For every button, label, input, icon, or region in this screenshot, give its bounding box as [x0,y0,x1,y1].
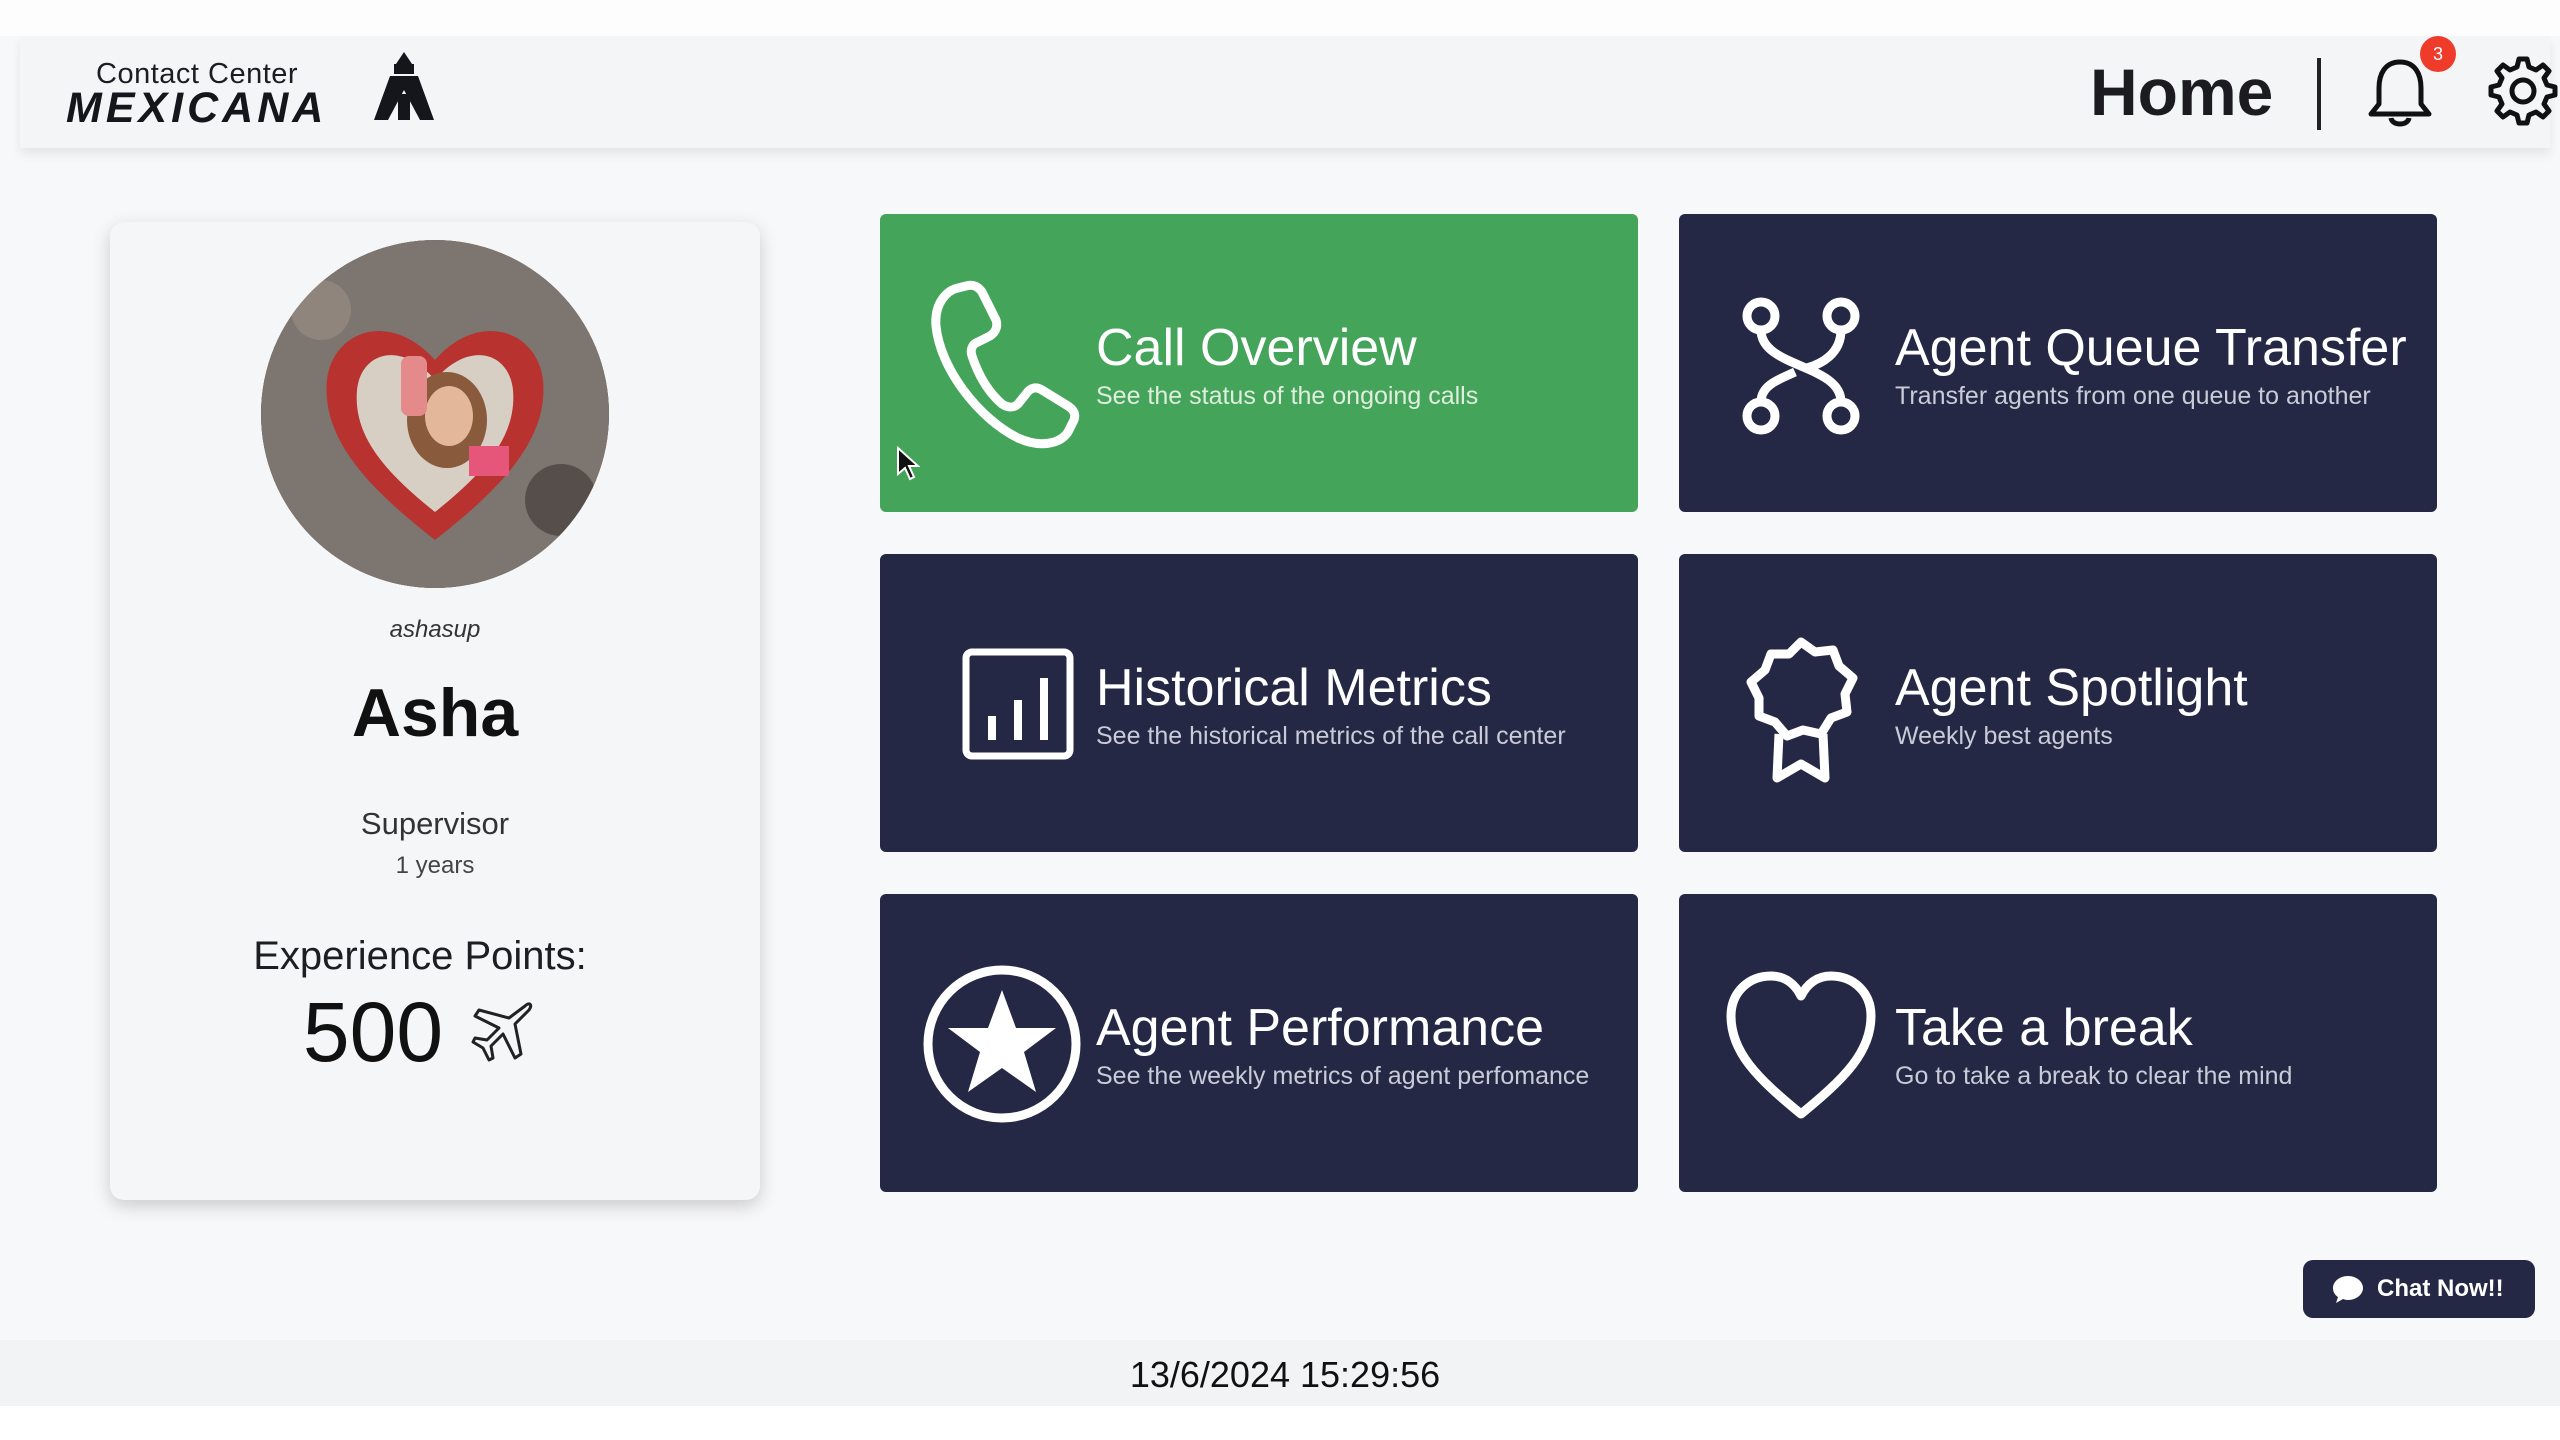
top-strip [0,0,2560,36]
home-page: Contact Center MEXICANA Home 3 ashasup A… [0,0,2560,1440]
display-name: Asha [351,675,519,751]
star-icon [923,965,1081,1123]
tenure-label: 1 years [395,852,475,879]
tile-subtitle: See the historical metrics of the call c… [1096,722,1566,750]
role-label: Supervisor [360,806,510,841]
logo-bottom-text: MEXICANA [66,84,328,132]
mouse-cursor-icon [897,446,920,481]
experience-points-label: Experience Points: [253,934,587,978]
airplane-icon [471,1002,533,1062]
profile-card: ashasup Asha Supervisor 1 years Experien… [110,222,760,1200]
tile-subtitle: See the status of the ongoing calls [1096,382,1479,410]
tile-subtitle: See the weekly metrics of agent perfoman… [1096,1062,1590,1090]
tile-agent-queue-transfer[interactable]: Agent Queue Transfer Transfer agents fro… [1679,214,2437,512]
tile-agent-spotlight[interactable]: Agent Spotlight Weekly best agents [1679,554,2437,852]
page-title: Home [2090,55,2274,129]
bottom-strip [0,1406,2560,1440]
tile-title: Historical Metrics [1096,659,1492,717]
tile-title: Take a break [1895,999,2193,1057]
datetime-display: 13/6/2024 15:29:56 [1129,1354,1441,1395]
avatar[interactable] [261,240,609,588]
tile-subtitle: Transfer agents from one queue to anothe… [1895,382,2371,410]
tile-agent-performance[interactable]: Agent Performance See the weekly metrics… [880,894,1638,1192]
aztec-logo-icon [374,52,434,120]
route-icon [1742,297,1860,435]
tile-title: Agent Spotlight [1895,659,2248,717]
tile-title: Agent Performance [1096,999,1545,1057]
bar-chart-icon [962,648,1074,760]
avatar-photo [261,240,609,588]
footer: 13/6/2024 15:29:56 [0,1340,2560,1406]
chat-now-button[interactable]: Chat Now!! [2303,1260,2535,1318]
header-divider [2317,58,2321,130]
award-icon [1746,637,1858,783]
chat-now-label: Chat Now!! [2377,1275,2504,1302]
brand-logo[interactable]: Contact Center MEXICANA [46,44,466,140]
phone-icon [931,280,1080,449]
tile-historical-metrics[interactable]: Historical Metrics See the historical me… [880,554,1638,852]
heart-icon [1726,971,1876,1119]
app-header: Contact Center MEXICANA Home 3 [20,36,2558,148]
gear-icon[interactable] [2486,54,2560,128]
tile-subtitle: Go to take a break to clear the mind [1895,1062,2293,1090]
experience-points-value: 500 [302,984,444,1079]
notification-badge: 3 [2420,36,2456,72]
experience-points-row: 500 [110,982,730,1082]
chat-bubble-icon [2333,1276,2363,1303]
tile-subtitle: Weekly best agents [1895,722,2113,750]
tile-title: Call Overview [1096,319,1417,377]
tile-title: Agent Queue Transfer [1895,319,2407,377]
username: ashasup [389,616,481,643]
tile-take-a-break[interactable]: Take a break Go to take a break to clear… [1679,894,2437,1192]
tile-call-overview[interactable]: Call Overview See the status of the ongo… [880,214,1638,512]
